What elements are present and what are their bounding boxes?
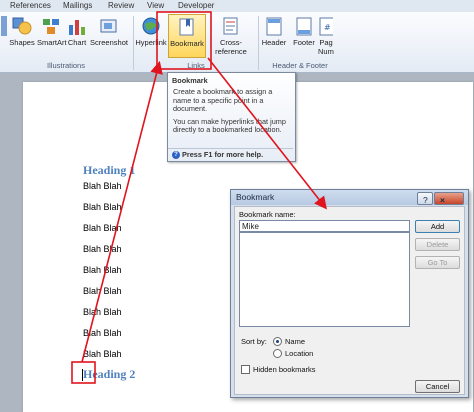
annotation-overlay xyxy=(71,11,327,384)
arrow-to-bookmark-button xyxy=(81,60,163,363)
highlight-box-bookmark-button xyxy=(156,11,212,70)
arrow-to-dialog xyxy=(207,57,327,210)
highlight-box-cursor xyxy=(71,361,96,384)
